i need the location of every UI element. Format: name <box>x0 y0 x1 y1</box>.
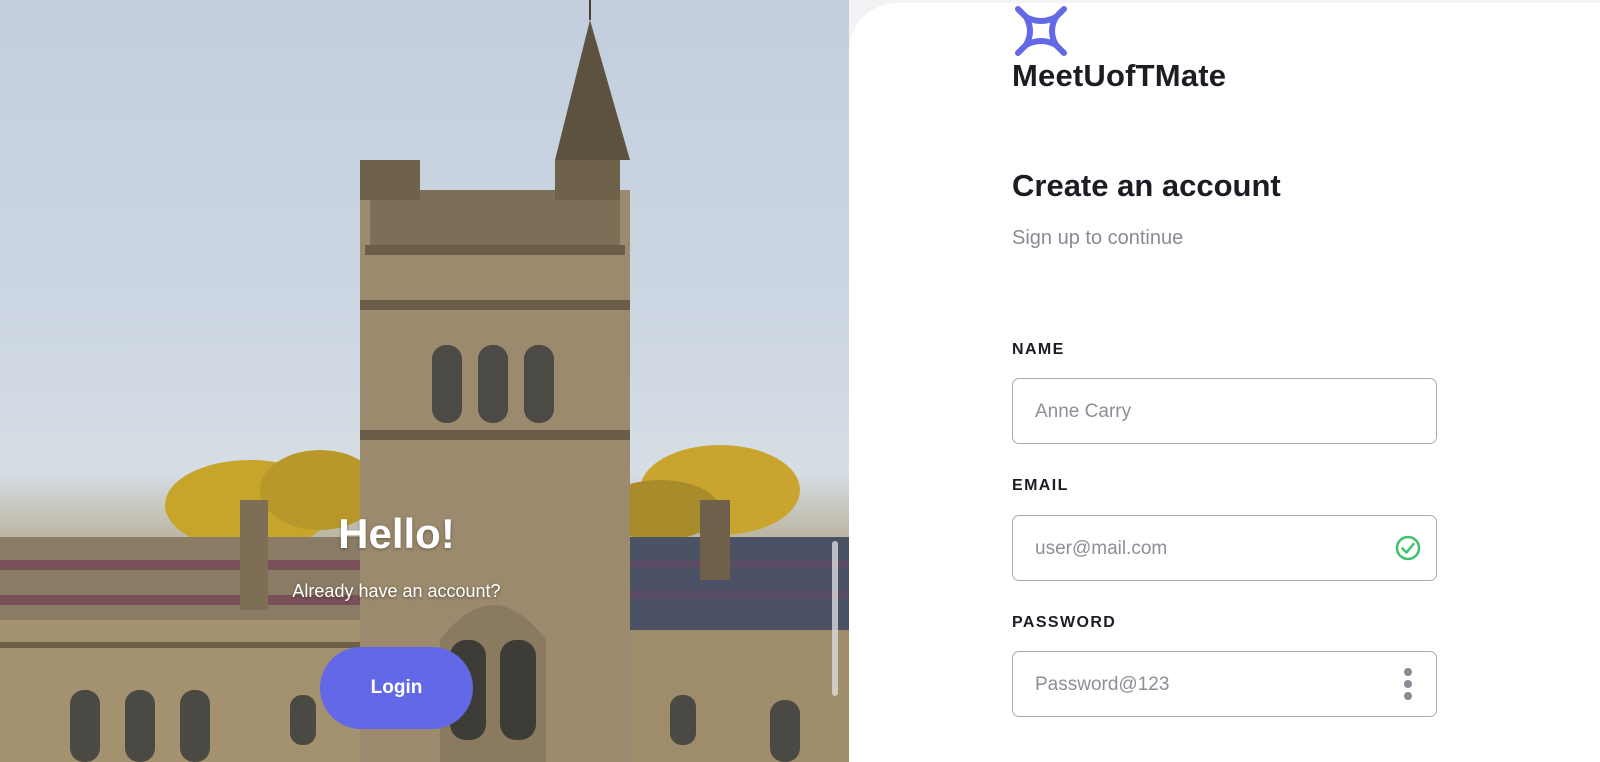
name-input[interactable] <box>1033 379 1397 444</box>
password-label: PASSWORD <box>1012 614 1117 631</box>
brand-logo-icon <box>1015 6 1067 56</box>
hero-panel: Hello! Already have an account? Login <box>0 0 849 762</box>
email-field[interactable] <box>1012 515 1437 581</box>
password-input[interactable] <box>1033 652 1397 717</box>
more-vertical-icon[interactable] <box>1394 667 1422 701</box>
brand-name: MeetUofTMate <box>1012 58 1227 93</box>
email-label: EMAIL <box>1012 477 1069 494</box>
hero-subtitle: Already have an account? <box>292 581 501 601</box>
name-field[interactable] <box>1012 378 1437 444</box>
check-circle-icon <box>1395 535 1421 561</box>
name-label: NAME <box>1012 341 1065 358</box>
scrollbar-thumb[interactable] <box>832 541 838 696</box>
page-subtitle: Sign up to continue <box>1012 227 1184 249</box>
password-field[interactable] <box>1012 651 1437 717</box>
signup-page: Hello! Already have an account? Login Me… <box>0 0 1600 762</box>
hero-title: Hello! <box>338 510 455 557</box>
page-title: Create an account <box>1012 168 1281 203</box>
email-input[interactable] <box>1033 516 1397 581</box>
login-button[interactable]: Login <box>320 647 473 729</box>
